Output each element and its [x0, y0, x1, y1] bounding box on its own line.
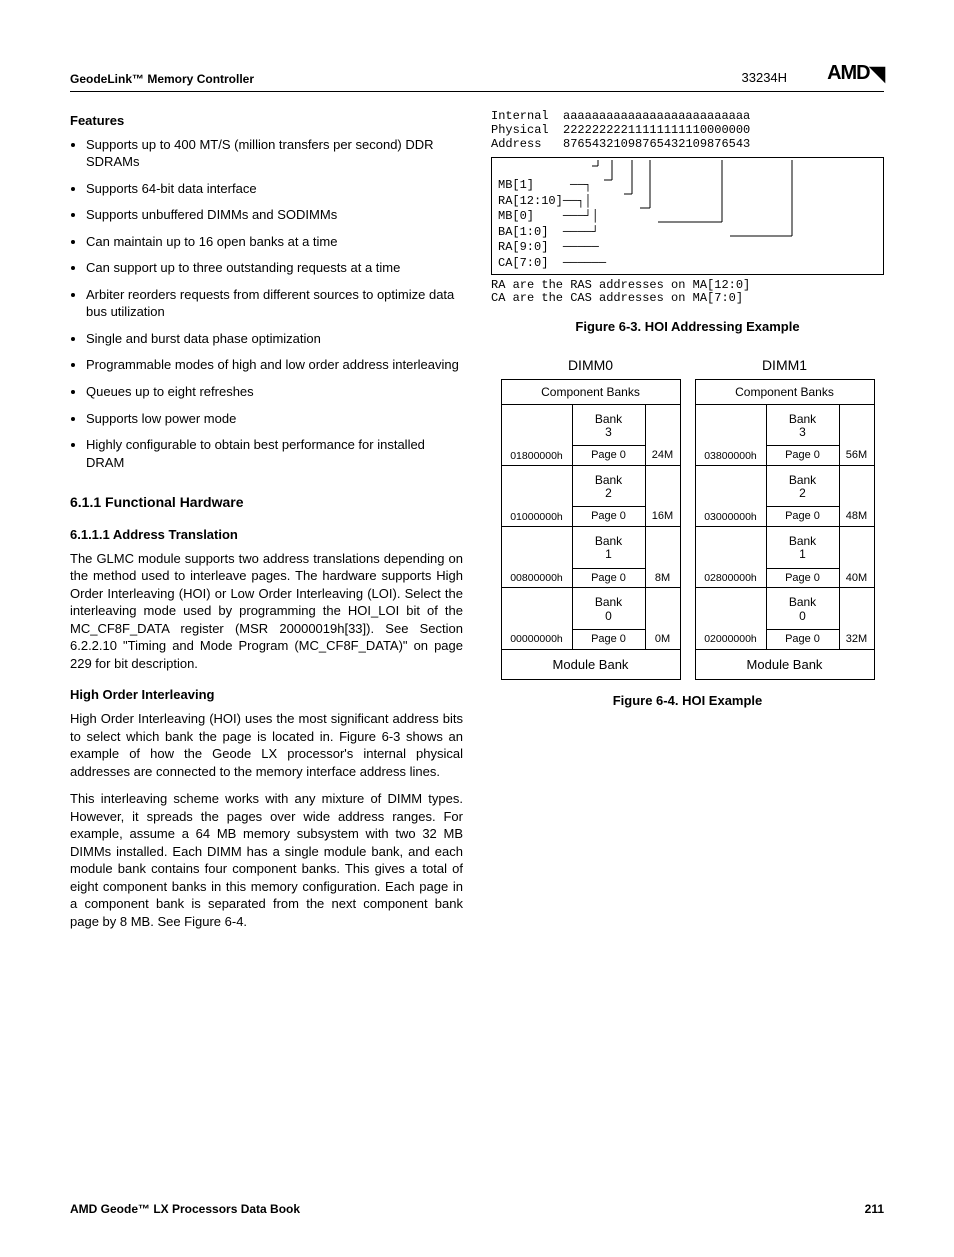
feature-item: Supports up to 400 MT/S (million transfe…	[86, 136, 463, 171]
bank-name: Bank 0	[573, 588, 645, 628]
bank-name: Bank 1	[767, 527, 839, 567]
page-header: GeodeLink™ Memory Controller 33234H AMD◥	[70, 60, 884, 87]
bank-name: Bank 3	[767, 405, 839, 445]
footer-left: AMD Geode™ LX Processors Data Book	[70, 1201, 300, 1217]
features-heading: Features	[70, 112, 463, 130]
address-translation-paragraph: The GLMC module supports two address tra…	[70, 550, 463, 673]
component-banks-label: Component Banks	[696, 380, 874, 404]
bank-mid: Bank 0Page 0	[767, 588, 839, 648]
page-label: Page 0	[767, 445, 839, 465]
fig63-note2: CA are the CAS addresses on MA[7:0]	[491, 292, 884, 306]
bank-name: Bank 2	[573, 466, 645, 506]
bank-size: 40M	[839, 527, 874, 587]
page-label: Page 0	[573, 445, 645, 465]
bank-mid: Bank 1Page 0	[573, 527, 645, 587]
page-label: Page 0	[573, 568, 645, 588]
amd-logo: AMD◥	[827, 60, 884, 87]
bank-address: 00000000h	[502, 588, 573, 648]
page-label: Page 0	[767, 629, 839, 649]
bank-row: 00000000hBank 0Page 00M	[502, 587, 680, 648]
fig63-note1: RA are the RAS addresses on MA[12:0]	[491, 279, 884, 293]
page-label: Page 0	[767, 506, 839, 526]
bank-row: 03800000hBank 3Page 056M	[696, 404, 874, 465]
bank-row: 01000000hBank 2Page 016M	[502, 465, 680, 526]
section-6-1-1-1: 6.1.1.1 Address Translation	[70, 526, 463, 544]
header-left: GeodeLink™ Memory Controller	[70, 71, 254, 87]
bank-size: 8M	[645, 527, 680, 587]
features-list: Supports up to 400 MT/S (million transfe…	[70, 136, 463, 472]
hoi-paragraph-1: High Order Interleaving (HOI) uses the m…	[70, 710, 463, 780]
dimm-0: DIMM0Component Banks01800000hBank 3Page …	[501, 356, 681, 681]
bank-address: 01800000h	[502, 405, 573, 465]
dimm-box: Component Banks03800000hBank 3Page 056M0…	[695, 379, 875, 681]
page-label: Page 0	[767, 568, 839, 588]
page-label: Page 0	[573, 629, 645, 649]
bank-address: 00800000h	[502, 527, 573, 587]
dimm-1: DIMM1Component Banks03800000hBank 3Page …	[695, 356, 875, 681]
bank-address: 02000000h	[696, 588, 767, 648]
bank-name: Bank 1	[573, 527, 645, 567]
module-bank-label: Module Bank	[502, 649, 680, 680]
feature-item: Supports unbuffered DIMMs and SODIMMs	[86, 206, 463, 224]
page-label: Page 0	[573, 506, 645, 526]
bank-name: Bank 0	[767, 588, 839, 628]
feature-item: Queues up to eight refreshes	[86, 383, 463, 401]
section-6-1-1: 6.1.1 Functional Hardware	[70, 493, 463, 512]
dimm-title: DIMM0	[501, 356, 681, 375]
feature-item: Supports low power mode	[86, 410, 463, 428]
left-column: Features Supports up to 400 MT/S (millio…	[70, 110, 463, 941]
bank-address: 03000000h	[696, 466, 767, 526]
bank-mid: Bank 0Page 0	[573, 588, 645, 648]
header-code: 33234H	[742, 69, 788, 87]
module-bank-label: Module Bank	[696, 649, 874, 680]
bank-address: 03800000h	[696, 405, 767, 465]
page-number: 211	[865, 1201, 884, 1217]
bank-size: 16M	[645, 466, 680, 526]
fig63-signal-box: MB[1] ──┐ RA[12:10]──┐│ MB[0] ───┘│ BA[1…	[491, 157, 884, 274]
fig63-connector-lines	[592, 160, 852, 250]
bank-name: Bank 3	[573, 405, 645, 445]
feature-item: Single and burst data phase optimization	[86, 330, 463, 348]
hoi-paragraph-2: This interleaving scheme works with any …	[70, 790, 463, 930]
bank-size: 32M	[839, 588, 874, 648]
figure-6-4: DIMM0Component Banks01800000hBank 3Page …	[491, 356, 884, 681]
bank-address: 02800000h	[696, 527, 767, 587]
component-banks-label: Component Banks	[502, 380, 680, 404]
dimm-box: Component Banks01800000hBank 3Page 024M0…	[501, 379, 681, 681]
figure-6-3: Internal aaaaaaaaaaaaaaaaaaaaaaaaaa Phys…	[491, 110, 884, 336]
bank-row: 01800000hBank 3Page 024M	[502, 404, 680, 465]
header-rule	[70, 91, 884, 92]
feature-item: Supports 64-bit data interface	[86, 180, 463, 198]
hoi-heading: High Order Interleaving	[70, 686, 463, 704]
bank-row: 02000000hBank 0Page 032M	[696, 587, 874, 648]
bank-size: 56M	[839, 405, 874, 465]
bank-row: 03000000hBank 2Page 048M	[696, 465, 874, 526]
feature-item: Highly configurable to obtain best perfo…	[86, 436, 463, 471]
bank-row: 02800000hBank 1Page 040M	[696, 526, 874, 587]
dimm-title: DIMM1	[695, 356, 875, 375]
fig63-address-header: Internal aaaaaaaaaaaaaaaaaaaaaaaaaa Phys…	[491, 110, 884, 151]
bank-size: 0M	[645, 588, 680, 648]
right-column: Internal aaaaaaaaaaaaaaaaaaaaaaaaaa Phys…	[491, 110, 884, 941]
bank-size: 48M	[839, 466, 874, 526]
bank-name: Bank 2	[767, 466, 839, 506]
feature-item: Programmable modes of high and low order…	[86, 356, 463, 374]
fig64-caption: Figure 6-4. HOI Example	[491, 692, 884, 710]
bank-mid: Bank 1Page 0	[767, 527, 839, 587]
bank-mid: Bank 2Page 0	[573, 466, 645, 526]
bank-mid: Bank 2Page 0	[767, 466, 839, 526]
feature-item: Arbiter reorders requests from different…	[86, 286, 463, 321]
feature-item: Can maintain up to 16 open banks at a ti…	[86, 233, 463, 251]
bank-mid: Bank 3Page 0	[767, 405, 839, 465]
page-footer: AMD Geode™ LX Processors Data Book 211	[70, 1201, 884, 1217]
bank-row: 00800000hBank 1Page 08M	[502, 526, 680, 587]
bank-size: 24M	[645, 405, 680, 465]
fig63-caption: Figure 6-3. HOI Addressing Example	[491, 318, 884, 336]
bank-address: 01000000h	[502, 466, 573, 526]
bank-mid: Bank 3Page 0	[573, 405, 645, 465]
feature-item: Can support up to three outstanding requ…	[86, 259, 463, 277]
